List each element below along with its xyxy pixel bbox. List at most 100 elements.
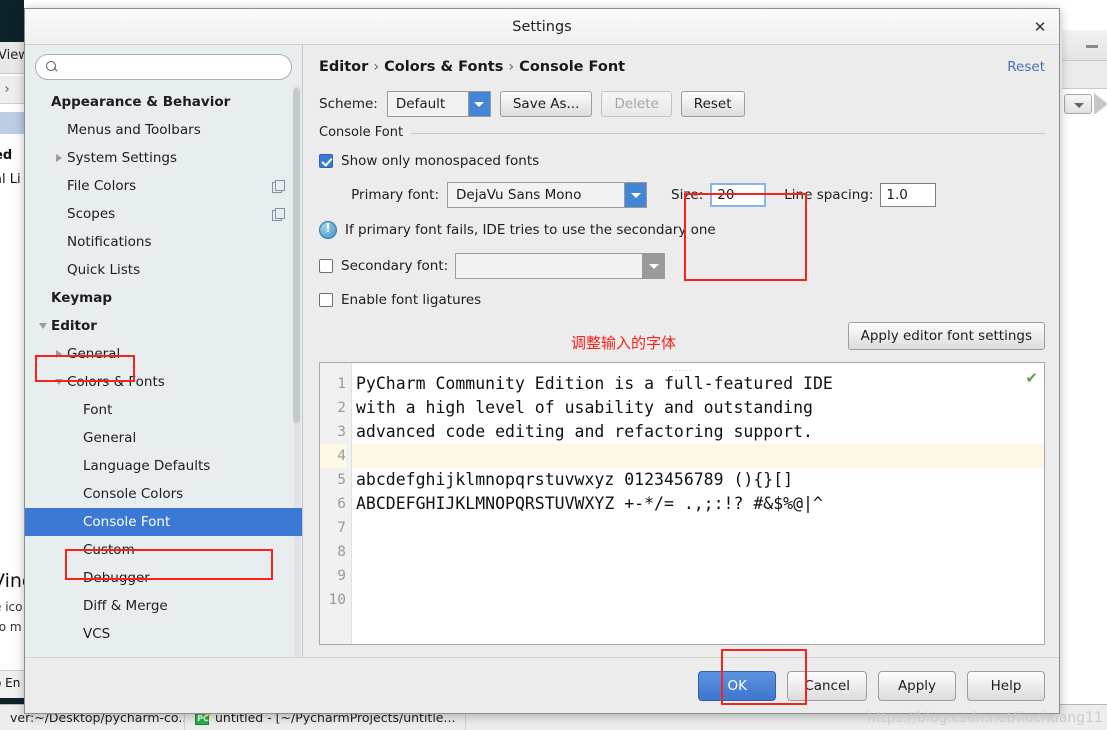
settings-tree[interactable]: Appearance & Behavior Menus and Toolbars S… xyxy=(25,86,302,657)
minimize-dash-icon xyxy=(1086,45,1098,48)
sidebar-item-vcs[interactable]: VCS xyxy=(25,620,302,648)
sidebar-item-keymap[interactable]: Keymap xyxy=(25,284,302,312)
sidebar-item-language-defaults[interactable]: Language Defaults xyxy=(25,452,302,480)
ok-button[interactable]: OK xyxy=(698,670,777,701)
sidebar-item-label: Notifications xyxy=(67,234,152,250)
show-monospaced-checkbox[interactable] xyxy=(319,154,333,168)
preview-code-area[interactable]: ✔ PyCharm Community Edition is a full-fe… xyxy=(352,363,1044,644)
cancel-button[interactable]: Cancel xyxy=(787,670,867,701)
primary-font-row: Primary font: DejaVu Sans Mono Size: Lin… xyxy=(319,182,1045,208)
sidebar-item-label: Appearance & Behavior xyxy=(51,94,231,110)
preview-code-line: with a high level of usability and outst… xyxy=(356,398,813,417)
preview-code-line xyxy=(352,444,1044,468)
secondary-font-checkbox[interactable] xyxy=(319,259,333,273)
background-titlebar xyxy=(0,0,24,42)
sidebar-item-general[interactable]: General xyxy=(25,424,302,452)
ligatures-label: Enable font ligatures xyxy=(341,292,482,308)
primary-font-value: DejaVu Sans Mono xyxy=(456,187,582,203)
sidebar-item-appearance-behavior[interactable]: Appearance & Behavior xyxy=(25,88,302,116)
dialog-title: Settings xyxy=(512,18,572,35)
sidebar-item-file-colors[interactable]: File Colors xyxy=(25,172,302,200)
background-dropdown-button[interactable] xyxy=(1064,94,1092,114)
reset-link[interactable]: Reset xyxy=(1007,59,1045,75)
sidebar-item-general[interactable]: General xyxy=(25,340,302,368)
sidebar-item-console-colors[interactable]: Console Colors xyxy=(25,480,302,508)
dialog-footer: OK Cancel Apply Help xyxy=(25,649,1059,713)
preview-code-line: PyCharm Community Edition is a full-feat… xyxy=(356,374,833,393)
sidebar-item-quick-lists[interactable]: Quick Lists xyxy=(25,256,302,284)
chevron-down-icon[interactable] xyxy=(467,92,490,116)
search-input[interactable] xyxy=(65,58,281,76)
close-icon[interactable]: ✕ xyxy=(1029,16,1051,38)
sidebar-item-label: Menus and Toolbars xyxy=(67,122,201,138)
sidebar-item-scopes[interactable]: Scopes xyxy=(25,200,302,228)
apply-button[interactable]: Apply xyxy=(878,670,956,701)
preview-line-number: 7 xyxy=(337,520,346,536)
sidebar-item-label: VCS xyxy=(83,626,111,642)
sidebar-item-editor[interactable]: Editor xyxy=(25,312,302,340)
preview-line-number: 3 xyxy=(337,424,346,440)
background-selected-row xyxy=(0,112,24,134)
apply-editor-font-settings-button[interactable]: Apply editor font settings xyxy=(847,322,1045,350)
groupbox-divider xyxy=(319,133,1045,134)
sidebar-item-label: Custom xyxy=(83,542,135,558)
preview-line-number: 5 xyxy=(337,472,346,488)
scheme-dropdown[interactable]: Default xyxy=(386,91,491,117)
inspection-check-icon[interactable]: ✔ xyxy=(1025,369,1038,387)
show-monospaced-label: Show only monospaced fonts xyxy=(341,153,540,169)
primary-font-dropdown[interactable]: DejaVu Sans Mono xyxy=(447,182,647,208)
line-spacing-input[interactable] xyxy=(880,183,937,207)
reset-scheme-button[interactable]: Reset xyxy=(680,91,745,117)
delete-button: Delete xyxy=(601,91,672,117)
scheme-row: Scheme: Default Save As... Delete Reset xyxy=(319,91,1045,117)
copy-icon[interactable] xyxy=(272,180,285,193)
sidebar-item-label: General xyxy=(83,430,137,446)
ligatures-checkbox[interactable] xyxy=(319,293,333,307)
sidebar-item-console-font[interactable]: Console Font xyxy=(25,508,302,536)
sidebar-item-menus-and-toolbars[interactable]: Menus and Toolbars xyxy=(25,116,302,144)
sidebar-item-font[interactable]: Font xyxy=(25,396,302,424)
sidebar-item-colors-fonts[interactable]: Colors & Fonts xyxy=(25,368,302,396)
chevron-down-icon[interactable] xyxy=(51,379,67,385)
background-right-panel-2 xyxy=(1062,61,1107,89)
size-input[interactable] xyxy=(710,183,767,207)
settings-content: Editor › Colors & Fonts › Console Font Reset… xyxy=(303,45,1059,657)
font-preview-editor[interactable]: ...... 1 2 3 4 5 6 7 8 9 10 ✔ PyCharm Community E… xyxy=(319,362,1045,645)
sidebar-item-system-settings[interactable]: System Settings xyxy=(25,144,302,172)
chevron-right-icon[interactable] xyxy=(51,154,67,162)
sidebar-item-custom[interactable]: Custom xyxy=(25,536,302,564)
chevron-down-icon[interactable] xyxy=(624,183,646,207)
save-as-button[interactable]: Save As... xyxy=(499,91,593,117)
preview-line-number: 2 xyxy=(337,400,346,416)
sidebar-item-label: Console Colors xyxy=(83,486,184,502)
info-text: If primary font fails, IDE tries to use … xyxy=(345,222,716,238)
help-button[interactable]: Help xyxy=(967,670,1045,701)
preview-line-number: 6 xyxy=(337,496,346,512)
breadcrumb-item-0[interactable]: Editor xyxy=(319,59,368,75)
settings-tree-pane: Appearance & Behavior Menus and Toolbars S… xyxy=(25,45,303,657)
chevron-right-icon[interactable] xyxy=(51,350,67,358)
apply-editor-font-row: Apply editor font settings xyxy=(319,322,1045,350)
preview-line-gutter: 1 2 3 4 5 6 7 8 9 10 xyxy=(320,363,352,644)
groupbox-title: Console Font xyxy=(319,125,412,140)
background-window-line-1: e ico xyxy=(0,600,23,614)
breadcrumb-item-1[interactable]: Colors & Fonts xyxy=(384,59,503,75)
chevron-down-icon[interactable] xyxy=(642,254,664,278)
secondary-font-dropdown[interactable] xyxy=(455,253,665,279)
secondary-font-row: Secondary font: xyxy=(319,253,1045,279)
play-triangle-icon[interactable] xyxy=(1094,93,1107,115)
sidebar-item-debugger[interactable]: Debugger xyxy=(25,564,302,592)
sidebar-item-label: Colors & Fonts xyxy=(67,374,165,390)
search-box[interactable] xyxy=(35,54,292,80)
background-breadcrumb-label: | › xyxy=(0,82,10,97)
preview-code-line xyxy=(352,540,1044,564)
screen: View | › ed al Li Vinc e ico to m o En v… xyxy=(0,0,1107,730)
copy-icon[interactable] xyxy=(272,208,285,221)
ligatures-row: Enable font ligatures xyxy=(319,292,1045,308)
sidebar-item-diff-merge[interactable]: Diff & Merge xyxy=(25,592,302,620)
chevron-down-icon[interactable] xyxy=(35,323,51,329)
search-icon xyxy=(46,60,59,74)
preview-code-line xyxy=(352,564,1044,588)
sidebar-item-notifications[interactable]: Notifications xyxy=(25,228,302,256)
size-label: Size: xyxy=(671,187,704,203)
